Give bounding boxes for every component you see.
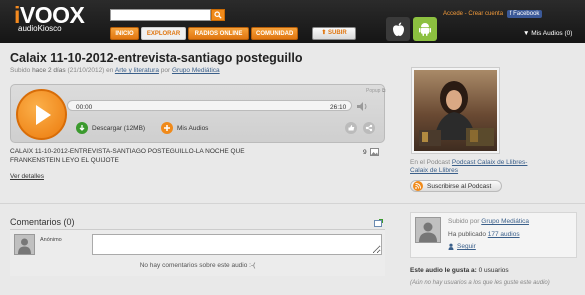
- episode-meta: Subido hace 2 días (21/10/2012) en Arte …: [10, 67, 220, 74]
- add-comment-icon[interactable]: [374, 219, 383, 227]
- nav-radios-online[interactable]: RADIOS ONLINE: [188, 27, 249, 40]
- upload-arrow-icon: ⬆: [321, 30, 329, 36]
- episode-description: CALAIX 11-10-2012-ENTREVISTA-SANTIAGO PO…: [10, 148, 245, 164]
- cover-illustration: [419, 81, 494, 146]
- logo-main: iVOOX: [14, 2, 85, 28]
- podcast-info: En el Podcast Podcast Calaix de Llibres-…: [410, 159, 528, 174]
- apple-icon: [392, 22, 404, 36]
- plus-icon: [161, 122, 173, 134]
- image-count[interactable]: 9: [363, 148, 379, 156]
- audio-count-link[interactable]: 177 audios: [488, 231, 520, 238]
- my-audios-menu[interactable]: ▼ Mis Audios (0): [523, 30, 572, 37]
- comment-input[interactable]: [92, 234, 382, 255]
- current-time: 00:00: [76, 104, 93, 111]
- uploader-name-link[interactable]: Grupo Mediática: [481, 218, 529, 225]
- nav-inicio[interactable]: INICIO: [110, 27, 139, 40]
- podcast-cover[interactable]: [411, 67, 500, 154]
- uploader-link[interactable]: Grupo Mediática: [172, 67, 220, 74]
- follow-button[interactable]: Seguir: [448, 243, 476, 250]
- login-link[interactable]: Accede: [443, 11, 463, 17]
- anonymous-label: Anónimo: [40, 237, 62, 243]
- category-link[interactable]: Arte y literatura: [115, 67, 159, 74]
- register-link[interactable]: Crear cuenta: [468, 11, 503, 17]
- see-details-link[interactable]: Ver detalles: [10, 173, 44, 180]
- like-button[interactable]: [345, 122, 357, 134]
- subscribe-button[interactable]: Suscribirse al Podcast: [410, 180, 502, 192]
- android-app-icon[interactable]: [413, 17, 437, 41]
- total-time: 26:10: [330, 104, 347, 111]
- download-button[interactable]: Descargar (12MB): [76, 122, 145, 134]
- uploaded-by: Subido por Grupo Mediática: [448, 218, 529, 225]
- audio-player: [10, 84, 385, 143]
- cover-photo: [414, 70, 497, 151]
- rss-icon: [413, 181, 423, 191]
- share-icon: [365, 124, 373, 132]
- search-input[interactable]: [110, 9, 211, 21]
- play-icon: [36, 104, 51, 125]
- nav-explorar[interactable]: EXPLORAR: [141, 27, 186, 40]
- facebook-button[interactable]: f Facebook: [506, 10, 543, 18]
- published-count: Ha publicado 177 audios: [448, 231, 520, 238]
- likes-summary: Este audio le gusta a: 0 usuarios: [410, 267, 509, 274]
- download-icon: [76, 122, 88, 134]
- follow-user-icon: [448, 243, 454, 250]
- comments-title: Comentarios (0): [10, 217, 75, 227]
- top-header: iVOOX audioKiosco INICIO EXPLORAR RADIOS…: [0, 0, 585, 43]
- section-divider: [0, 203, 585, 204]
- volume-button[interactable]: [356, 101, 370, 112]
- search-icon: [214, 11, 222, 19]
- search-button[interactable]: [211, 9, 225, 21]
- logo[interactable]: iVOOX audioKiosco: [14, 2, 85, 34]
- no-comments-text: No hay comentarios sobre este audio :-(: [139, 262, 256, 269]
- share-button[interactable]: [363, 122, 375, 134]
- popup-link[interactable]: Popup ⧉: [366, 88, 385, 94]
- volume-icon: [357, 102, 367, 111]
- upload-button[interactable]: ⬆ SUBIR: [312, 27, 356, 40]
- my-audios-button[interactable]: Mis Audios: [161, 122, 208, 134]
- anonymous-avatar: [14, 234, 35, 255]
- image-icon: [369, 148, 379, 156]
- android-icon: [419, 22, 431, 36]
- nav-comunidad[interactable]: COMUNIDAD: [251, 27, 298, 40]
- uploader-avatar[interactable]: [415, 217, 441, 243]
- progress-bar[interactable]: [67, 100, 352, 111]
- episode-title: Calaix 11-10-2012-entrevista-santiago po…: [10, 51, 303, 65]
- apple-app-icon[interactable]: [386, 17, 410, 41]
- thumbs-up-icon: [348, 125, 355, 131]
- account-links: Accede - Crear cuenta f Facebook: [443, 10, 543, 18]
- play-button[interactable]: [16, 89, 67, 140]
- likes-note: (Aún no hay usuarios a los que les guste…: [410, 280, 550, 286]
